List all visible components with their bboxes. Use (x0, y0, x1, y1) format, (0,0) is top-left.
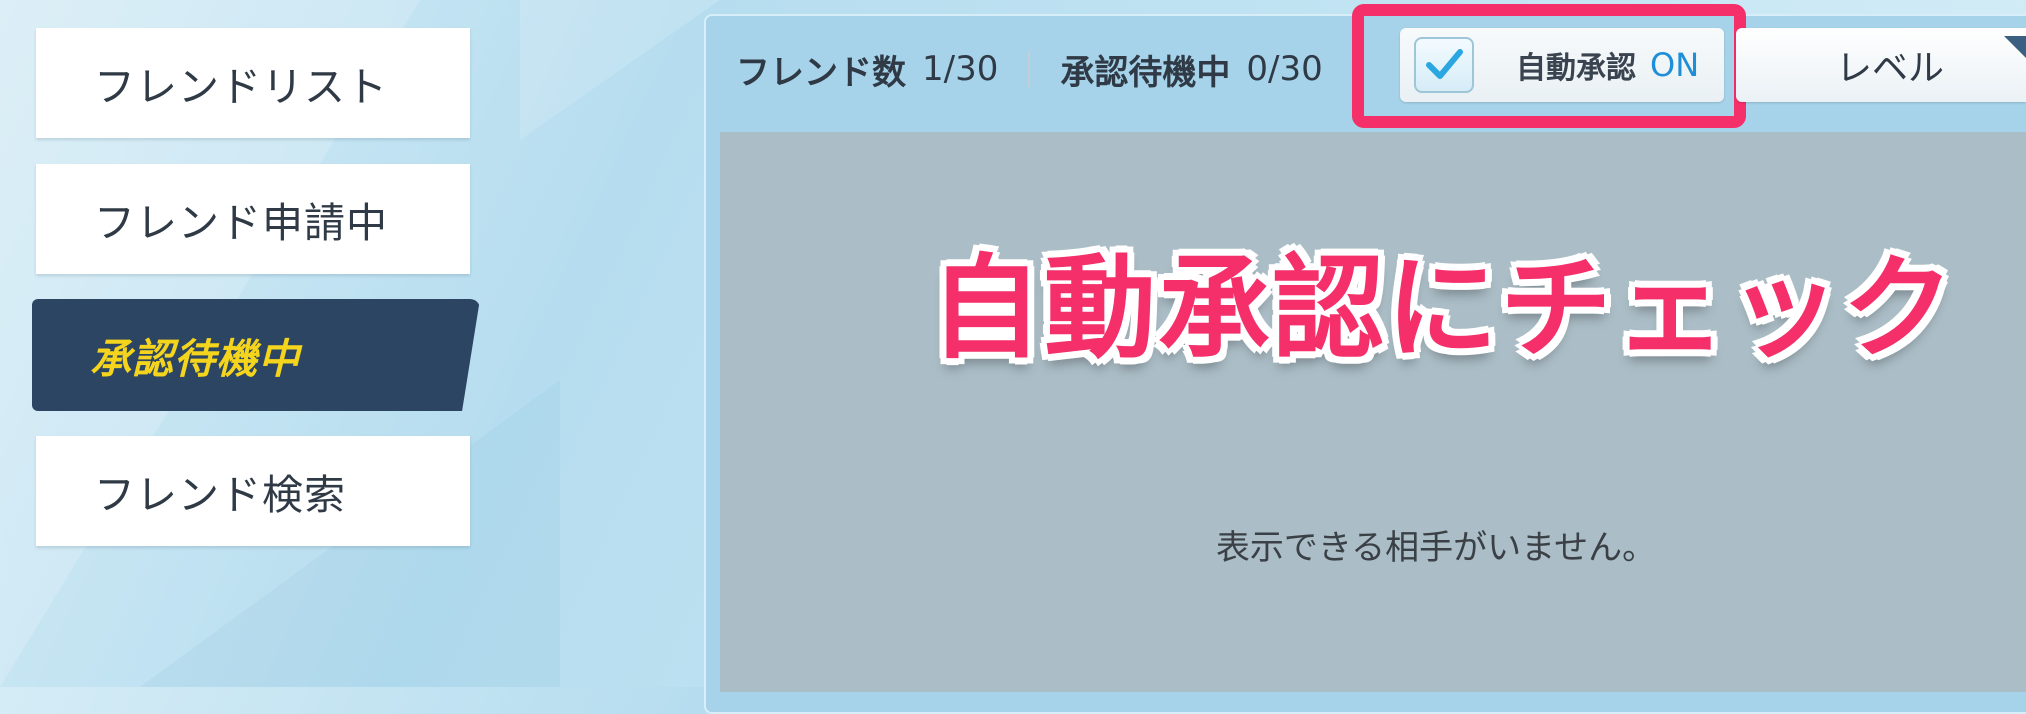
menu-item-friend-search[interactable]: フレンド検索 (36, 436, 470, 546)
friend-list-area (720, 132, 2026, 692)
sort-button[interactable]: レベル (1736, 28, 2026, 102)
annotation-caption: 自動承認にチェック (930, 244, 1956, 374)
menu-item-pending-approval[interactable]: 承認待機中 (32, 299, 480, 411)
highlight-box (1352, 4, 1746, 128)
menu-item-label: フレンドリスト (94, 63, 388, 111)
empty-message: 表示できる相手がいません。 (1215, 528, 1657, 568)
friend-count-label: フレンド数 (736, 52, 906, 93)
pending-count-label: 承認待機中 (1060, 52, 1231, 93)
menu-item-friend-requests[interactable]: フレンド申請中 (36, 164, 470, 274)
background-shape (520, 0, 720, 140)
pending-count-value: 0/30 (1246, 49, 1323, 89)
menu-item-label: フレンド申請中 (94, 199, 388, 247)
friend-count-value: 1/30 (922, 49, 999, 89)
divider (1028, 51, 1031, 87)
sort-direction-icon (2004, 36, 2026, 58)
menu-item-label: 承認待機中 (90, 335, 300, 383)
menu-item-label: フレンド検索 (94, 471, 346, 519)
sort-label: レベル (1836, 48, 1945, 89)
friend-counts: フレンド数 1/30 承認待機中 0/30 (736, 44, 1323, 94)
menu-item-friend-list[interactable]: フレンドリスト (36, 28, 470, 138)
